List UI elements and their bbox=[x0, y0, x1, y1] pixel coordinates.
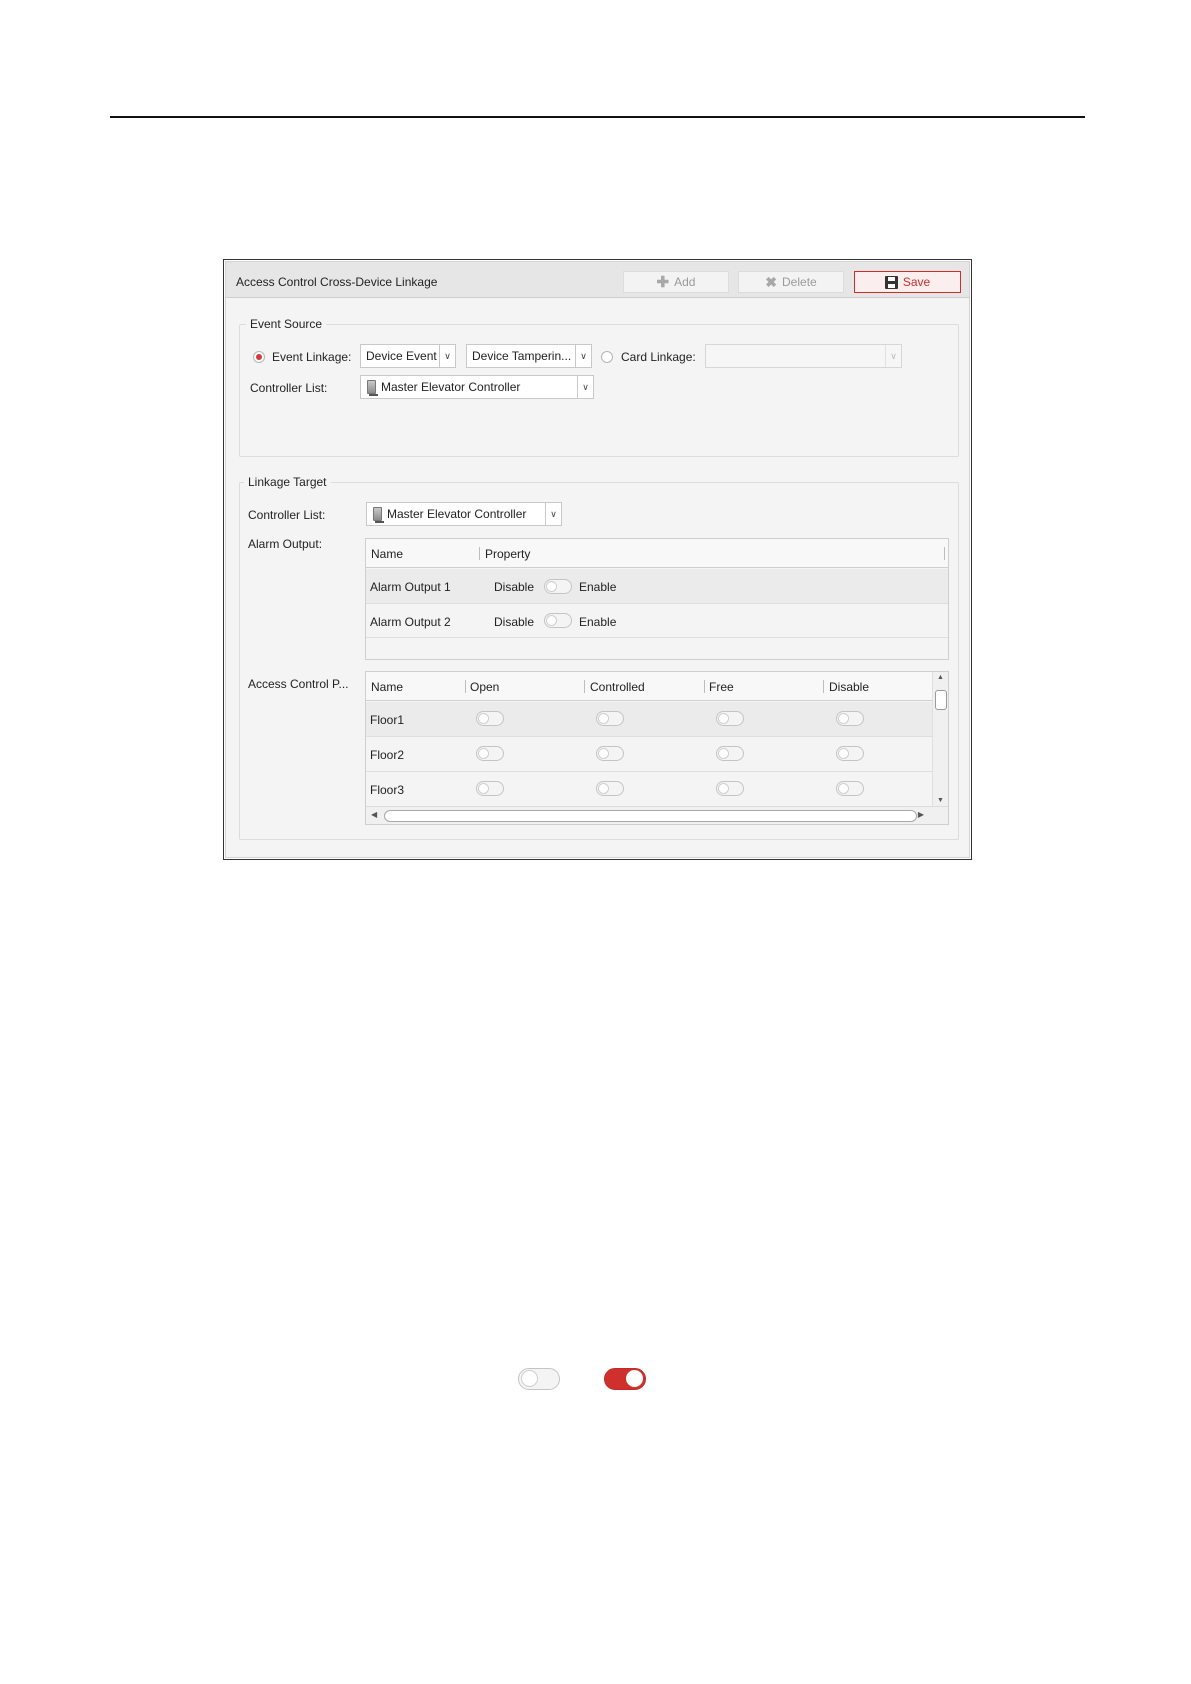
scroll-thumb[interactable] bbox=[384, 810, 917, 822]
access-control-point-table: Name Open Controlled Free Disable Floor1… bbox=[365, 671, 949, 825]
controlled-toggle[interactable] bbox=[596, 711, 624, 726]
card-linkage-select[interactable]: ∨ bbox=[705, 344, 902, 368]
enable-label: Enable bbox=[579, 615, 617, 629]
card-linkage-radio[interactable] bbox=[601, 351, 613, 363]
disable-toggle[interactable] bbox=[836, 711, 864, 726]
event-subtype-select[interactable]: Device Tamperin... ∨ bbox=[466, 344, 592, 368]
controller-device-icon bbox=[367, 380, 378, 396]
disable-toggle[interactable] bbox=[836, 781, 864, 796]
table-row[interactable]: Floor3 bbox=[366, 772, 933, 807]
open-toggle[interactable] bbox=[476, 746, 504, 761]
scroll-thumb[interactable] bbox=[935, 690, 947, 710]
alarm-output-name: Alarm Output 2 bbox=[370, 615, 451, 629]
controlled-toggle[interactable] bbox=[596, 781, 624, 796]
event-linkage-radio[interactable] bbox=[253, 351, 265, 363]
linkage-target-legend: Linkage Target bbox=[244, 475, 331, 489]
vertical-scrollbar[interactable]: ▲ ▼ bbox=[932, 672, 948, 806]
save-disk-icon bbox=[884, 275, 898, 289]
window-title: Access Control Cross-Device Linkage bbox=[236, 275, 438, 289]
column-header: Free bbox=[709, 680, 734, 694]
disable-label: Disable bbox=[494, 615, 535, 629]
floor-name: Floor2 bbox=[370, 748, 405, 762]
column-header: Disable bbox=[829, 680, 870, 694]
add-button-label: Add bbox=[674, 275, 696, 289]
free-toggle[interactable] bbox=[716, 781, 744, 796]
target-controller-list-label: Controller List: bbox=[248, 508, 326, 522]
plus-icon: ✚ bbox=[656, 273, 670, 291]
open-toggle[interactable] bbox=[476, 711, 504, 726]
delete-button[interactable]: ✖ Delete bbox=[738, 271, 844, 293]
column-header: Property bbox=[485, 547, 531, 561]
chevron-down-icon: ∨ bbox=[575, 345, 591, 367]
event-linkage-label: Event Linkage: bbox=[272, 350, 352, 364]
controlled-toggle[interactable] bbox=[596, 746, 624, 761]
free-toggle[interactable] bbox=[716, 746, 744, 761]
chevron-down-icon: ∨ bbox=[577, 376, 593, 398]
scroll-left-arrow-icon[interactable]: ◀ bbox=[371, 810, 377, 819]
target-controller-select[interactable]: Master Elevator Controller ∨ bbox=[366, 502, 562, 526]
table-row[interactable]: Alarm Output 2 Disable Enable bbox=[366, 604, 948, 638]
title-bar: Access Control Cross-Device Linkage ✚ Ad… bbox=[226, 262, 969, 298]
controller-device-icon bbox=[373, 507, 384, 523]
cross-device-linkage-window: Access Control Cross-Device Linkage ✚ Ad… bbox=[223, 259, 972, 860]
column-header: Name bbox=[371, 547, 404, 561]
column-header: Controlled bbox=[590, 680, 645, 694]
toggle-example-off bbox=[518, 1368, 560, 1390]
column-header: Open bbox=[470, 680, 500, 694]
table-row[interactable]: Floor2 bbox=[366, 737, 933, 772]
event-source-legend: Event Source bbox=[246, 317, 327, 331]
alarm-output-name: Alarm Output 1 bbox=[370, 580, 451, 594]
add-button[interactable]: ✚ Add bbox=[623, 271, 729, 293]
alarm-output-toggle[interactable] bbox=[544, 579, 572, 594]
scroll-down-arrow-icon[interactable]: ▼ bbox=[933, 797, 948, 804]
table-row[interactable]: Floor1 bbox=[366, 702, 933, 737]
column-header: Name bbox=[371, 680, 404, 694]
save-button-label: Save bbox=[902, 275, 931, 289]
floor-name: Floor3 bbox=[370, 783, 405, 797]
toggle-example-on bbox=[604, 1368, 646, 1390]
chevron-down-icon: ∨ bbox=[885, 345, 901, 367]
scroll-right-arrow-icon[interactable]: ▶ bbox=[918, 810, 924, 819]
page-header-rule bbox=[110, 116, 1085, 118]
floor-table-header: Name Open Controlled Free Disable bbox=[366, 672, 932, 701]
source-controller-list-label: Controller List: bbox=[250, 381, 328, 395]
disable-label: Disable bbox=[494, 580, 535, 594]
disable-toggle[interactable] bbox=[836, 746, 864, 761]
floor-name: Floor1 bbox=[370, 713, 405, 727]
delete-button-label: Delete bbox=[782, 275, 817, 289]
alarm-table-header: Name Property bbox=[366, 539, 948, 568]
alarm-output-table: Name Property Alarm Output 1 Disable Ena… bbox=[365, 538, 949, 660]
chevron-down-icon: ∨ bbox=[545, 503, 561, 525]
source-controller-select[interactable]: Master Elevator Controller ∨ bbox=[360, 375, 594, 399]
horizontal-scrollbar[interactable]: ◀ ▶ bbox=[366, 806, 948, 824]
chevron-down-icon: ∨ bbox=[439, 345, 455, 367]
card-linkage-label: Card Linkage: bbox=[621, 350, 696, 364]
access-control-point-label: Access Control P... bbox=[248, 677, 349, 691]
save-button[interactable]: Save bbox=[854, 271, 961, 293]
open-toggle[interactable] bbox=[476, 781, 504, 796]
free-toggle[interactable] bbox=[716, 711, 744, 726]
scroll-up-arrow-icon[interactable]: ▲ bbox=[933, 674, 948, 681]
delete-x-icon: ✖ bbox=[765, 274, 778, 290]
event-type-select[interactable]: Device Event ∨ bbox=[360, 344, 456, 368]
enable-label: Enable bbox=[579, 580, 617, 594]
table-row[interactable]: Alarm Output 1 Disable Enable bbox=[366, 569, 948, 604]
alarm-output-toggle[interactable] bbox=[544, 613, 572, 628]
alarm-output-label: Alarm Output: bbox=[248, 537, 323, 551]
